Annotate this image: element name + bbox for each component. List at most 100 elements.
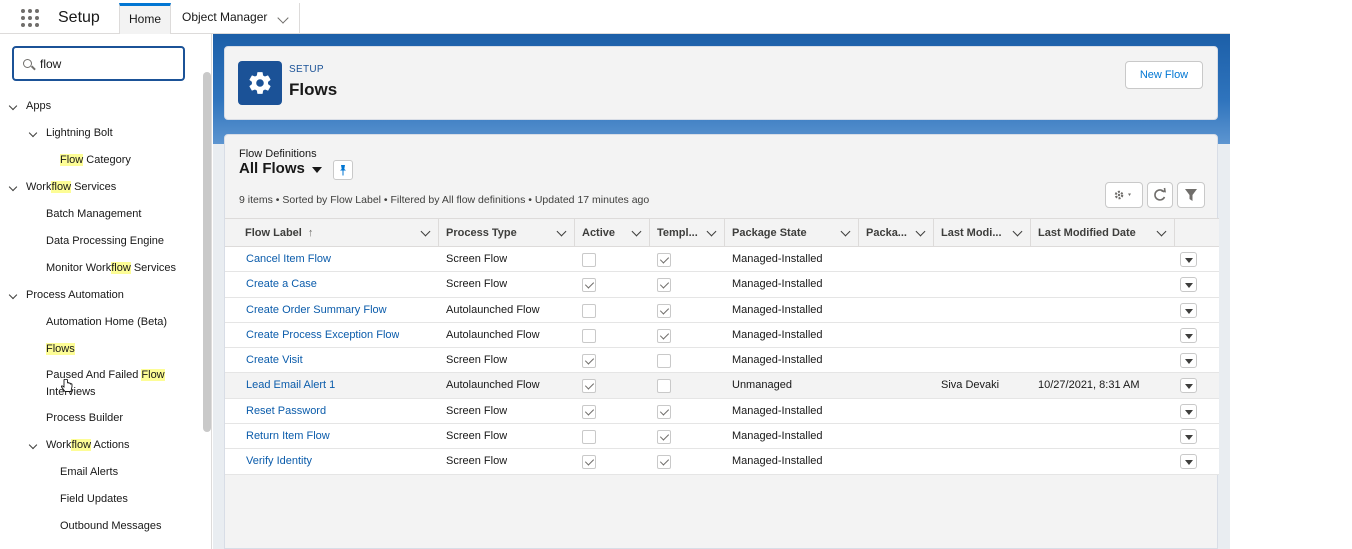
sidebar-item[interactable]: Workflow Services — [26, 181, 116, 193]
chevron-down-icon[interactable] — [420, 226, 431, 237]
sidebar-scrollbar[interactable] — [203, 72, 211, 432]
sidebar-item[interactable]: Email Alerts — [60, 466, 118, 478]
chevron-down-icon[interactable] — [277, 12, 289, 24]
table-row[interactable]: Lead Email Alert 1 Autolaunched Flow Unman… — [225, 373, 1219, 399]
sidebar-item[interactable]: Flow Category — [60, 154, 131, 166]
filter-button[interactable] — [1177, 182, 1205, 208]
sidebar-item[interactable]: Process Automation — [26, 289, 124, 301]
chevron-down-icon[interactable] — [8, 290, 18, 300]
sidebar-item[interactable]: Lightning Bolt — [46, 127, 113, 139]
process-type-cell: Screen Flow — [446, 430, 508, 443]
column-header-last-modified-date[interactable]: Last Modified Date — [1031, 219, 1175, 247]
chevron-down-icon[interactable] — [915, 226, 926, 237]
row-actions-menu-button[interactable] — [1180, 252, 1197, 267]
row-actions-menu-button[interactable] — [1180, 302, 1197, 318]
tab-home[interactable]: Home — [119, 3, 171, 34]
process-type-cell: Screen Flow — [446, 253, 508, 265]
flow-label-link[interactable]: Cancel Item Flow — [239, 247, 331, 272]
chevron-down-icon[interactable] — [8, 101, 18, 111]
template-checkbox — [657, 455, 671, 470]
chevron-down-icon[interactable] — [1156, 226, 1167, 237]
row-actions-menu-button[interactable] — [1180, 429, 1197, 445]
flow-label-link[interactable]: Create Order Summary Flow — [239, 298, 387, 323]
sidebar-item-text: Email Alerts — [60, 466, 119, 478]
active-checkbox — [582, 328, 596, 343]
flows-table: Flow Label ↑ Process Type Active Templ..… — [225, 218, 1219, 475]
chevron-down-icon[interactable] — [1012, 226, 1023, 237]
column-header-process-type[interactable]: Process Type — [439, 219, 575, 247]
app-launcher-icon[interactable] — [21, 9, 39, 27]
list-settings-button[interactable] — [1105, 182, 1143, 208]
sidebar-item[interactable]: Batch Management — [46, 208, 141, 220]
sidebar-item[interactable]: Monitor Workflow Services — [46, 262, 176, 274]
chevron-down-icon[interactable] — [840, 226, 851, 237]
column-header-label: Flow Label — [245, 227, 302, 239]
new-flow-button[interactable]: New Flow — [1125, 61, 1203, 89]
column-header-active[interactable]: Active — [575, 219, 650, 247]
flow-label-link[interactable]: Create a Case — [239, 272, 317, 297]
app-name: Setup — [58, 9, 100, 26]
sidebar-item[interactable]: Apps — [26, 100, 51, 112]
tab-object-manager[interactable]: Object Manager — [172, 3, 300, 34]
table-row[interactable]: Create Order Summary Flow Autolaunched Fl… — [225, 297, 1219, 323]
flow-label-link[interactable]: Create Visit — [239, 348, 303, 373]
package-cell — [859, 399, 866, 424]
last-modified-date-cell — [1031, 399, 1038, 424]
column-header-last-modified-by[interactable]: Last Modi... — [934, 219, 1031, 247]
chevron-down-icon[interactable] — [8, 182, 18, 192]
list-view-title[interactable]: All Flows — [239, 160, 305, 177]
table-row[interactable]: Create a Case Screen Flow Managed-Installe… — [225, 272, 1219, 298]
pin-list-view-button[interactable] — [333, 160, 353, 180]
flow-label-link[interactable]: Reset Password — [239, 399, 326, 424]
sidebar-item-text: Services — [130, 262, 177, 274]
search-match-highlight: flow — [51, 181, 72, 193]
row-actions-menu-button[interactable] — [1180, 378, 1197, 394]
package-cell — [859, 298, 866, 323]
sidebar-item[interactable]: Workflow Actions — [46, 439, 130, 451]
flow-label-link[interactable]: Return Item Flow — [239, 424, 330, 449]
row-actions-menu-button[interactable] — [1180, 277, 1197, 293]
list-view-switch-icon[interactable] — [312, 167, 322, 173]
row-actions-menu-button[interactable] — [1180, 403, 1197, 419]
flow-label-link[interactable]: Verify Identity — [239, 449, 312, 474]
process-type-cell: Screen Flow — [446, 354, 508, 367]
sidebar-item[interactable]: Data Processing Engine — [46, 235, 164, 247]
chevron-down-icon[interactable] — [706, 226, 717, 237]
list-view-card: Flow Definitions All Flows 9 items • Sor… — [224, 134, 1219, 549]
table-row[interactable]: Create Process Exception Flow Autolaunche… — [225, 322, 1219, 349]
chevron-down-icon[interactable] — [631, 226, 642, 237]
package-cell — [859, 323, 866, 348]
table-row[interactable]: Reset Password Screen Flow Managed-Install… — [225, 398, 1219, 425]
table-row[interactable]: Return Item Flow Screen Flow Managed-Insta… — [225, 424, 1219, 450]
refresh-button[interactable] — [1147, 182, 1173, 208]
template-checkbox — [657, 404, 671, 419]
flow-label-link[interactable]: Create Process Exception Flow — [239, 323, 399, 348]
column-header-package[interactable]: Packa... — [859, 219, 934, 247]
row-actions-menu-button[interactable] — [1180, 327, 1197, 343]
table-row[interactable]: Create Visit Screen Flow Managed-Installed — [225, 348, 1219, 374]
sidebar-item[interactable]: Process Builder — [46, 412, 123, 424]
template-checkbox — [657, 278, 671, 293]
chevron-down-icon[interactable] — [28, 128, 38, 138]
column-header-template[interactable]: Templ... — [650, 219, 725, 247]
chevron-down-icon[interactable] — [28, 440, 38, 450]
quick-find-box[interactable] — [12, 46, 185, 81]
column-header-package-state[interactable]: Package State — [725, 219, 859, 247]
row-actions-menu-button[interactable] — [1180, 454, 1197, 470]
quick-find-input[interactable] — [40, 55, 180, 73]
sidebar-item[interactable]: Field Updates — [60, 493, 128, 505]
sidebar-item[interactable]: Flows — [46, 343, 75, 355]
last-modified-date-cell — [1031, 298, 1038, 323]
last-modified-by-cell — [934, 272, 941, 297]
table-row[interactable]: Cancel Item Flow Screen Flow Managed-Insta… — [225, 247, 1219, 273]
column-header-flow-label[interactable]: Flow Label ↑ — [225, 219, 439, 247]
sidebar-item[interactable]: Outbound Messages — [60, 520, 162, 532]
sidebar-item[interactable]: Automation Home (Beta) — [46, 316, 167, 328]
table-row[interactable]: Verify Identity Screen Flow Managed-Instal… — [225, 449, 1219, 475]
row-actions-menu-button[interactable] — [1180, 353, 1197, 369]
chevron-down-icon[interactable] — [556, 226, 567, 237]
table-body: Cancel Item Flow Screen Flow Managed-Insta… — [225, 247, 1219, 475]
search-icon — [23, 59, 32, 68]
template-checkbox — [657, 253, 671, 267]
flow-label-link[interactable]: Lead Email Alert 1 — [239, 373, 335, 398]
